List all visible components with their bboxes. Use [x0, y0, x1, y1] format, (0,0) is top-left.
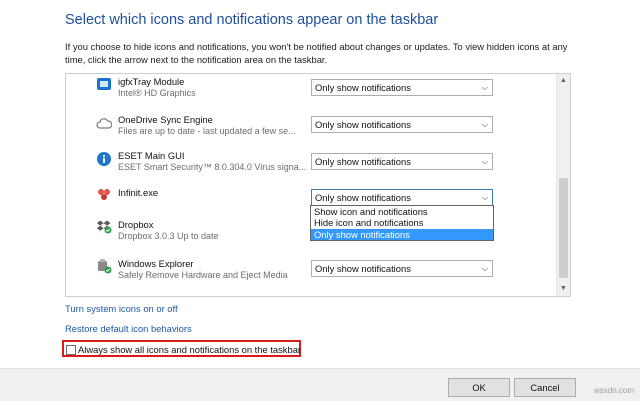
chevron-down-icon: ⌵ — [481, 193, 488, 202]
chevron-down-icon: ⌵ — [481, 264, 488, 273]
behavior-select[interactable]: Only show notifications ⌵ — [311, 153, 493, 170]
scroll-up-arrow-icon[interactable]: ▲ — [557, 74, 570, 88]
item-name: igfxTray Module — [118, 76, 185, 87]
scrollbar-thumb[interactable] — [559, 178, 568, 278]
item-subtitle: Dropbox 3.0.3 Up to date — [118, 231, 219, 241]
page-title: Select which icons and notifications app… — [65, 12, 439, 28]
dropdown-option[interactable]: Hide icon and notifications — [311, 217, 493, 228]
dropdown-option-selected[interactable]: Only show notifications — [311, 228, 493, 240]
dropdown-option[interactable]: Show icon and notifications — [311, 206, 493, 217]
safely-remove-hardware-icon — [98, 259, 112, 274]
list-item: OneDrive Sync Engine Files are up to dat… — [66, 110, 556, 144]
item-name: Infinit.exe — [118, 187, 159, 198]
list-scrollbar[interactable]: ▲ ▼ — [556, 74, 570, 296]
behavior-dropdown-menu: Show icon and notifications Hide icon an… — [310, 205, 494, 241]
item-subtitle: Intel® HD Graphics — [118, 88, 196, 98]
item-name: OneDrive Sync Engine — [118, 114, 213, 125]
list-item: ESET Main GUI ESET Smart Security™ 8.0.3… — [66, 147, 556, 181]
chevron-down-icon: ⌵ — [481, 120, 488, 129]
item-subtitle: Safely Remove Hardware and Eject Media — [118, 270, 288, 280]
dialog-footer: OK Cancel — [0, 368, 640, 401]
behavior-select-value: Only show notifications — [315, 156, 411, 167]
item-name: Windows Explorer — [118, 258, 194, 269]
watermark: wsxdn.com — [593, 386, 634, 395]
infinit-icon — [98, 189, 110, 200]
behavior-select-value: Only show notifications — [315, 119, 411, 130]
behavior-select[interactable]: Only show notifications ⌵ — [311, 79, 493, 96]
eset-info-icon — [97, 152, 111, 166]
cancel-button[interactable]: Cancel — [514, 378, 576, 397]
behavior-select-value: Only show notifications — [315, 82, 411, 93]
behavior-select-value: Only show notifications — [315, 263, 411, 274]
dropbox-icon — [96, 220, 112, 234]
behavior-select[interactable]: Only show notifications ⌵ — [311, 260, 493, 277]
ok-button[interactable]: OK — [448, 378, 510, 397]
item-name: Dropbox — [118, 219, 154, 230]
chevron-down-icon: ⌵ — [481, 83, 488, 92]
page-description: If you choose to hide icons and notifica… — [65, 41, 568, 65]
behavior-select[interactable]: Only show notifications ⌵ — [311, 116, 493, 133]
chevron-down-icon: ⌵ — [481, 157, 488, 166]
item-name: ESET Main GUI — [118, 150, 185, 161]
onedrive-cloud-icon — [96, 118, 112, 129]
behavior-select-value: Only show notifications — [315, 192, 411, 203]
restore-default-behaviors-link[interactable]: Restore default icon behaviors — [65, 323, 192, 334]
notification-icon-list[interactable]: igfxTray Module Intel® HD Graphics Only … — [65, 73, 571, 297]
turn-system-icons-link[interactable]: Turn system icons on or off — [65, 303, 178, 314]
always-show-checkbox-label[interactable]: Always show all icons and notifications … — [78, 344, 301, 355]
list-item: Windows Explorer Safely Remove Hardware … — [66, 254, 556, 288]
always-show-checkbox[interactable] — [66, 345, 76, 355]
behavior-select[interactable]: Only show notifications ⌵ — [311, 189, 493, 206]
item-subtitle: Files are up to date - last updated a fe… — [118, 126, 296, 136]
item-subtitle: ESET Smart Security™ 8.0.304.0 Virus sig… — [118, 162, 307, 172]
list-item: igfxTray Module Intel® HD Graphics Only … — [66, 74, 556, 108]
scroll-down-arrow-icon[interactable]: ▼ — [557, 282, 570, 296]
intel-graphics-icon — [97, 78, 111, 90]
